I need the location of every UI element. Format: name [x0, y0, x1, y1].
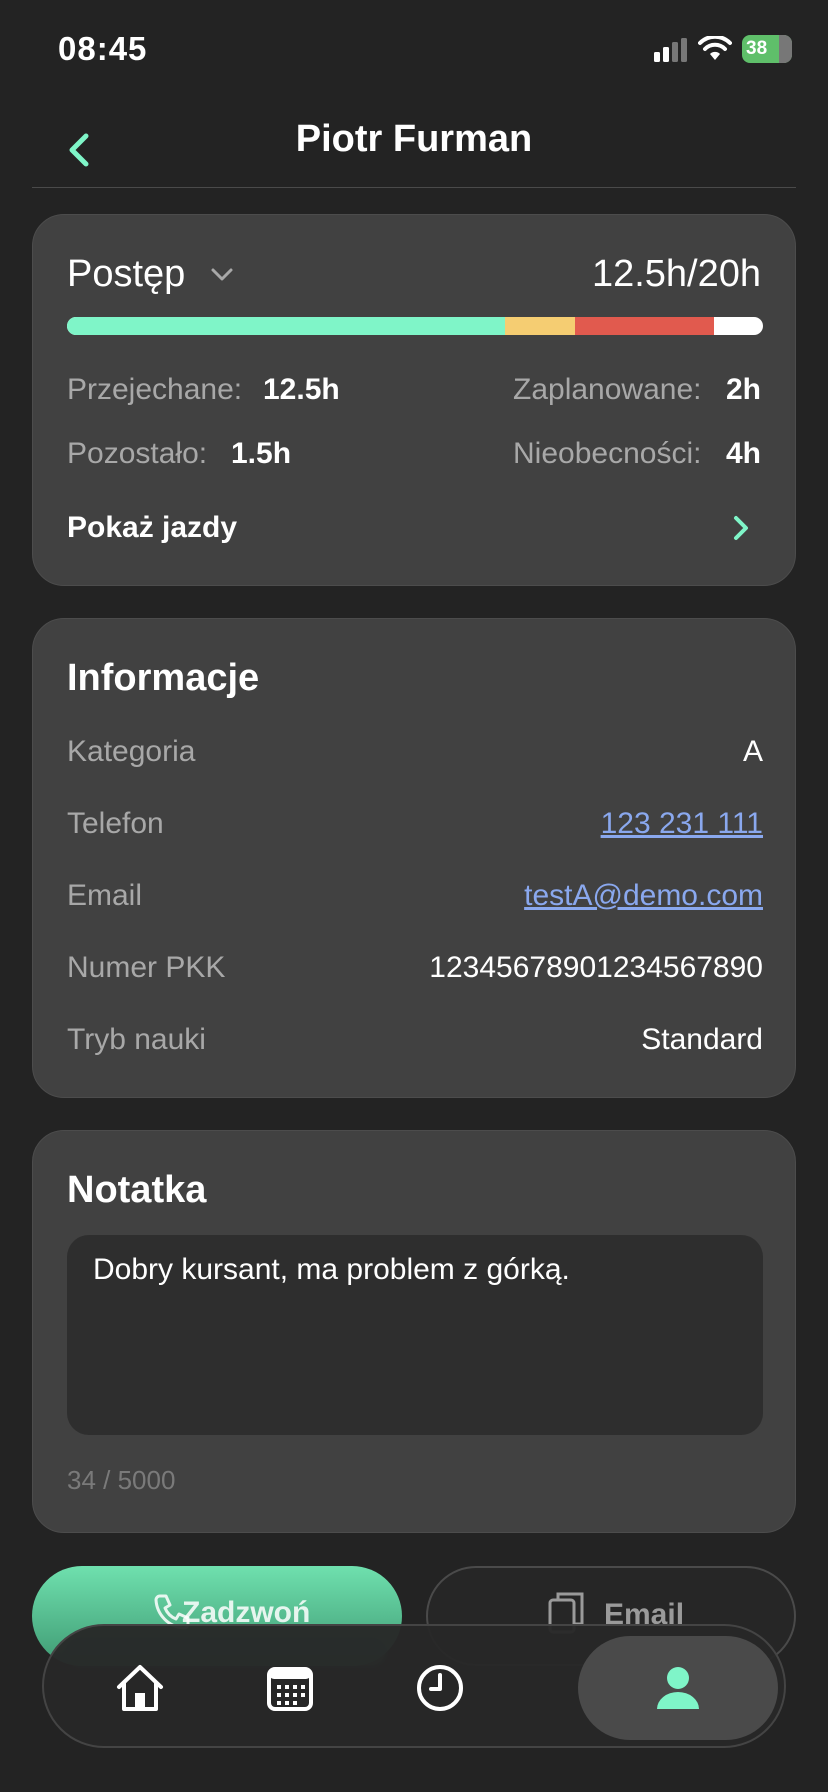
chevron-right-icon[interactable]: [731, 513, 751, 543]
progress-card: Postęp 12.5h/20h Przejechane: 12.5h Zapl…: [32, 214, 796, 586]
note-heading: Notatka: [67, 1169, 207, 1211]
progress-bar-absences: [575, 317, 715, 335]
status-time: 08:45: [58, 30, 148, 67]
driven-label: Przejechane:: [67, 373, 243, 406]
driven-value: 12.5h: [263, 373, 340, 406]
home-icon: [117, 1665, 163, 1711]
learning-mode-value: Standard: [641, 1023, 763, 1056]
planned-label: Zaplanowane:: [513, 373, 702, 406]
page-title: Piotr Furman: [295, 118, 533, 160]
clock-icon: [417, 1665, 463, 1711]
note-char-counter: 34 / 5000: [67, 1465, 176, 1495]
tab-home[interactable]: [84, 1636, 196, 1740]
tab-history[interactable]: [384, 1636, 496, 1740]
info-row-category: Kategoria A: [67, 735, 763, 775]
absences-label: Nieobecności:: [513, 437, 702, 470]
tab-profile[interactable]: [578, 1636, 778, 1740]
calendar-icon: [267, 1667, 313, 1711]
absences-value: 4h: [725, 437, 761, 470]
show-rides-link[interactable]: Pokaż jazdy: [67, 511, 237, 545]
info-row-phone: Telefon 123 231 111: [67, 807, 763, 847]
email-label: Email: [67, 879, 143, 912]
pkk-value: 12345678901234567890: [429, 951, 763, 984]
note-textarea[interactable]: Dobry kursant, ma problem z górką.: [67, 1235, 763, 1435]
header-divider: [32, 187, 796, 188]
info-row-learning-mode: Tryb nauki Standard: [67, 1023, 763, 1063]
battery-icon: 38: [742, 35, 792, 63]
screen: 08:45 38 Piotr Furman Postęp 12.5h/20h P…: [0, 0, 828, 1792]
progress-bar: [67, 317, 763, 335]
person-icon: [657, 1667, 699, 1709]
wifi-icon: [698, 36, 732, 60]
info-heading: Informacje: [67, 657, 260, 699]
category-label: Kategoria: [67, 735, 196, 768]
phone-link[interactable]: 123 231 111: [601, 807, 763, 841]
info-card: Informacje Kategoria A Telefon 123 231 1…: [32, 618, 796, 1098]
planned-value: 2h: [725, 373, 761, 406]
info-row-email: Email testA@demo.com: [67, 879, 763, 919]
note-card: Notatka Dobry kursant, ma problem z górk…: [32, 1130, 796, 1533]
phone-label: Telefon: [67, 807, 164, 840]
email-link[interactable]: testA@demo.com: [524, 879, 763, 913]
tab-bar: [42, 1624, 786, 1748]
battery-level: 38: [746, 38, 768, 59]
status-bar: 08:45 38: [0, 0, 828, 100]
tab-calendar[interactable]: [234, 1636, 346, 1740]
pkk-label: Numer PKK: [67, 951, 226, 984]
cellular-signal-icon: [654, 38, 687, 62]
chevron-down-icon[interactable]: [209, 267, 235, 283]
remaining-value: 1.5h: [231, 437, 292, 470]
progress-total: 12.5h/20h: [591, 253, 761, 295]
progress-bar-planned: [505, 317, 576, 335]
header: Piotr Furman: [0, 100, 828, 188]
progress-bar-driven: [67, 317, 506, 335]
remaining-label: Pozostało:: [67, 437, 208, 470]
info-row-pkk: Numer PKK 12345678901234567890: [67, 951, 763, 991]
progress-title[interactable]: Postęp: [67, 253, 185, 296]
learning-mode-label: Tryb nauki: [67, 1023, 206, 1056]
category-value: A: [742, 735, 763, 768]
